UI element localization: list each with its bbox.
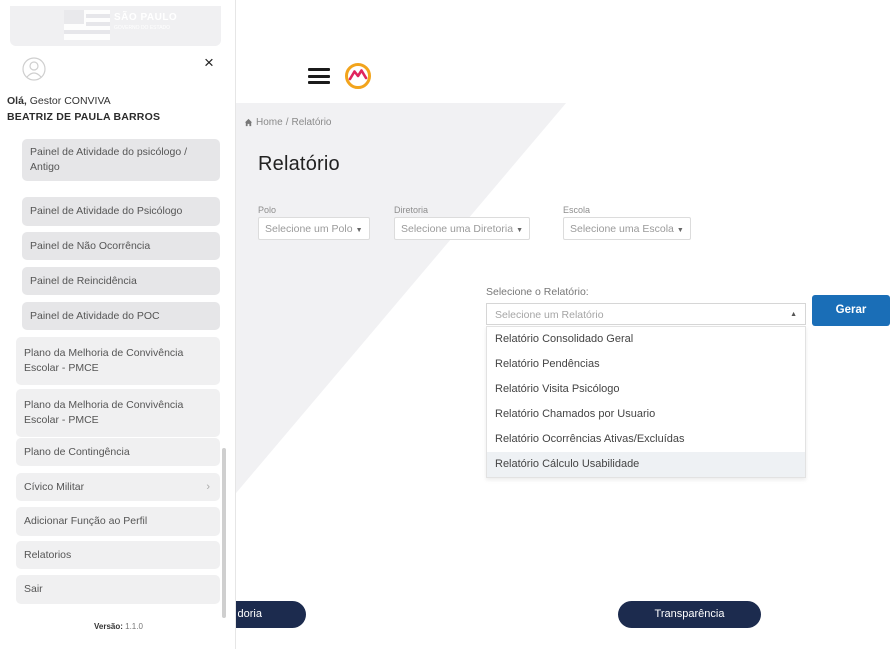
sidebar-item-label: Painel de Não Ocorrência — [30, 239, 151, 252]
sidebar-item-label: Plano da Melhoria de Convivência Escolar… — [24, 347, 184, 374]
report-placeholder: Selecione um Relatório — [495, 309, 604, 321]
sp-logo-subtitle: GOVERNO DO ESTADO — [114, 25, 171, 31]
report-label: Selecione o Relatório: — [486, 286, 589, 298]
report-option[interactable]: Relatório Visita Psicólogo — [487, 377, 805, 402]
polo-select[interactable]: Selecione um Polo ▼ — [258, 217, 370, 240]
version-info: Versão: 1.1.0 — [94, 622, 143, 631]
sidebar-item[interactable]: Painel de Não Ocorrência — [22, 232, 220, 260]
sidebar-item-label: Plano da Melhoria de Convivência Escolar… — [24, 399, 184, 426]
avatar-icon — [22, 57, 46, 81]
polo-placeholder: Selecione um Polo — [265, 223, 353, 235]
ouvidoria-label: doria — [237, 608, 262, 620]
sidebar-item-label: Cívico Militar — [24, 480, 85, 493]
home-icon[interactable] — [244, 118, 253, 127]
breadcrumb-home[interactable]: Home — [256, 117, 283, 128]
sidebar-item[interactable]: Painel de Atividade do POC — [22, 302, 220, 330]
sidebar-item-label: Plano de Contingência — [24, 445, 130, 458]
sidebar-item[interactable]: Relatorios — [16, 541, 220, 569]
sidebar-item-label: Sair — [24, 583, 43, 595]
breadcrumb-separator: / — [285, 117, 289, 128]
diretoria-select[interactable]: Selecione uma Diretoria ▼ — [394, 217, 530, 240]
transparencia-label: Transparência — [654, 608, 725, 620]
top-bar — [236, 0, 893, 103]
greeting-role: Gestor CONVIVA — [26, 95, 111, 107]
sidebar-item[interactable]: Cívico Militar › — [16, 473, 220, 501]
sidebar-item-label: Relatorios — [24, 548, 72, 561]
report-option[interactable]: Relatório Cálculo Usabilidade — [487, 452, 805, 477]
user-name: BEATRIZ DE PAULA BARROS — [7, 111, 161, 123]
caret-down-icon: ▲ — [790, 311, 797, 318]
greeting-prefix: Olá, — [7, 95, 27, 107]
diretoria-filter: Diretoria Selecione uma Diretoria ▼ — [394, 205, 530, 240]
sp-logo-text: SÃO PAULO — [114, 12, 178, 23]
close-icon[interactable]: × — [204, 54, 214, 71]
sidebar-item-label: Painel de Atividade do Psicólogo — [30, 205, 183, 217]
sidebar-item[interactable]: Painel de Atividade do Psicólogo — [22, 197, 220, 226]
report-option[interactable]: Relatório Pendências — [487, 352, 805, 377]
breadcrumb: Home / Relatório — [244, 117, 332, 128]
sidebar-item-label: Painel de Reincidência — [30, 274, 137, 287]
sidebar-item[interactable]: Plano da Melhoria de Convivência Escolar… — [16, 337, 220, 385]
sidebar-item[interactable]: Plano da Melhoria de Convivência Escolar… — [16, 389, 220, 437]
sidebar-item[interactable]: Plano de Contingência — [16, 438, 220, 466]
escola-label: Escola — [563, 205, 591, 215]
escola-filter: Escola Selecione uma Escola ▼ — [563, 205, 691, 240]
caret-down-icon: ▼ — [355, 227, 363, 234]
transparencia-button[interactable]: Transparência — [618, 601, 761, 628]
diretoria-placeholder: Selecione uma Diretoria — [401, 223, 514, 235]
main-content: Home / Relatório Relatório Polo Selecion… — [236, 0, 893, 649]
report-option[interactable]: Relatório Chamados por Usuario — [487, 402, 805, 427]
sidebar: SÃO PAULO GOVERNO DO ESTADO × Olá, Gesto… — [0, 0, 236, 649]
page-title: Relatório — [258, 153, 340, 175]
chevron-right-icon: › — [206, 480, 210, 493]
sidebar-item[interactable]: Adicionar Função ao Perfil — [16, 507, 220, 536]
diretoria-label: Diretoria — [394, 205, 429, 215]
sidebar-item-label: Painel de Atividade do POC — [30, 309, 160, 322]
sidebar-item[interactable]: Sair — [16, 575, 220, 604]
version-label: Versão: — [94, 622, 123, 631]
sidebar-item-label: Adicionar Função ao Perfil — [24, 515, 148, 527]
escola-placeholder: Selecione uma Escola — [570, 223, 674, 235]
breadcrumb-current: Relatório — [291, 117, 332, 128]
generate-button[interactable]: Gerar — [812, 295, 890, 326]
sidebar-item[interactable]: Painel de Reincidência — [22, 267, 220, 295]
sao-paulo-logo: SÃO PAULO GOVERNO DO ESTADO — [10, 6, 221, 46]
ouvidoria-button[interactable]: doria — [236, 601, 306, 628]
report-option[interactable]: Relatório Consolidado Geral — [487, 327, 805, 352]
report-options-dropdown: Relatório Consolidado Geral Relatório Pen… — [486, 326, 806, 478]
sidebar-item[interactable]: Painel de Atividade do psicólogo / Antig… — [22, 139, 220, 181]
greeting: Olá, Gestor CONVIVA — [7, 95, 111, 107]
hamburger-menu-icon[interactable] — [308, 68, 330, 84]
polo-filter: Polo Selecione um Polo ▼ — [258, 205, 370, 240]
escola-select[interactable]: Selecione uma Escola ▼ — [563, 217, 691, 240]
polo-label: Polo — [258, 205, 277, 215]
caret-down-icon: ▼ — [676, 227, 684, 234]
sidebar-scrollbar[interactable] — [222, 448, 226, 618]
caret-down-icon: ▼ — [516, 227, 523, 234]
report-select[interactable]: Selecione um Relatório ▲ — [486, 303, 806, 325]
conviva-logo-icon[interactable] — [344, 62, 372, 90]
report-option[interactable]: Relatório Ocorrências Ativas/Excluídas — [487, 427, 805, 452]
version-value: 1.1.0 — [122, 622, 143, 631]
sp-flag-icon — [64, 10, 110, 40]
sidebar-item-label: Painel de Atividade do psicólogo / Antig… — [30, 146, 188, 173]
